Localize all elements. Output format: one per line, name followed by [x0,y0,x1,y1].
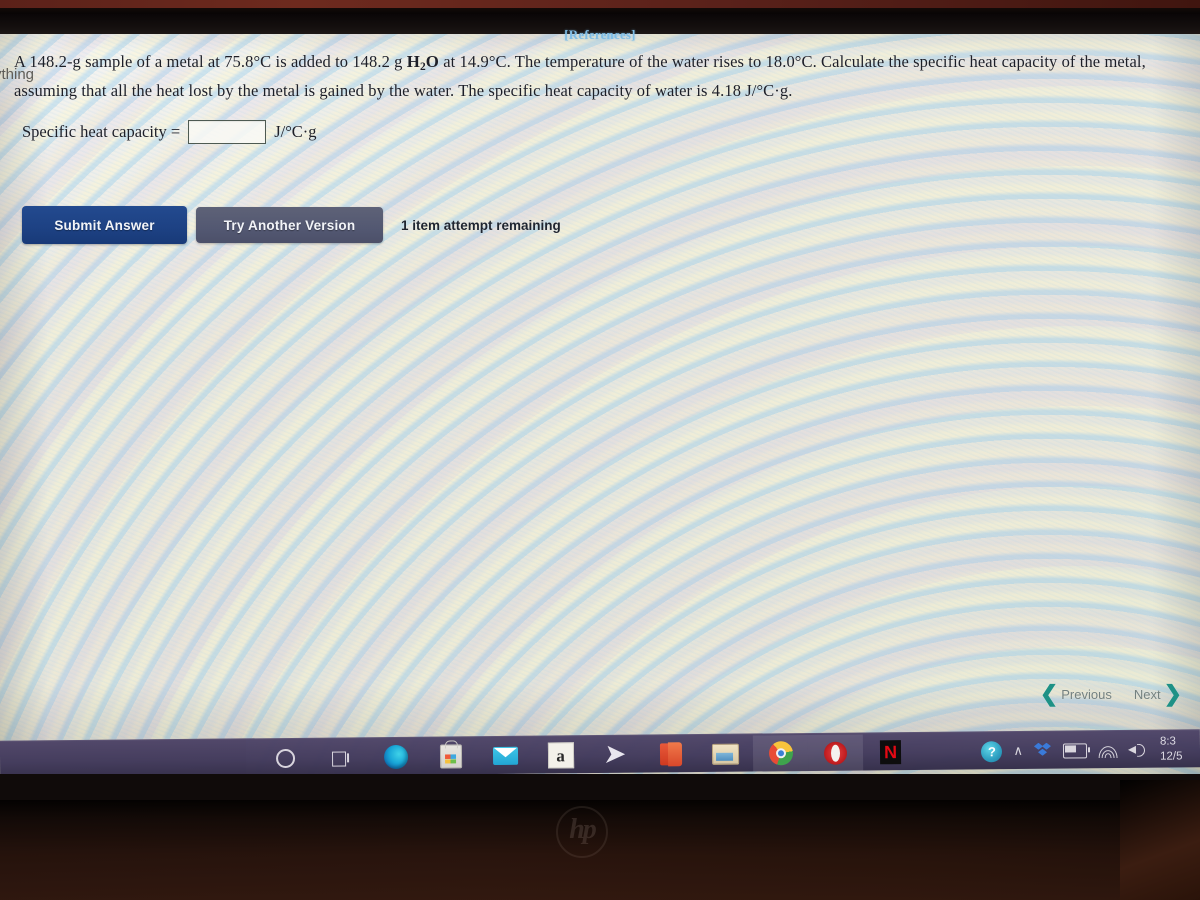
taskbar-item-netflix[interactable]: N [863,734,918,771]
action-button-row: Submit Answer Try Another Version 1 item… [22,206,561,244]
question-text: A 148.2-g sample of a metal at 75.8°C is… [14,50,1190,102]
amazon-icon: a [547,742,574,769]
taskbar-item-opera[interactable] [807,734,864,772]
screenshot-root: [References] A 148.2-g sample of a metal… [0,0,1200,900]
file-explorer-icon [711,743,740,765]
battery-icon [1062,742,1088,759]
tray-battery-button[interactable] [1062,742,1088,759]
taskbar-clock[interactable]: 8:3 12/5 [1160,734,1194,764]
chevron-right-icon: ❯ [1163,681,1182,706]
next-button[interactable]: Next ❯ [1133,681,1182,706]
task-view-icon [332,751,349,764]
references-link[interactable]: [References] [0,27,1200,43]
submit-answer-button[interactable]: Submit Answer [22,206,187,244]
tray-show-hidden-button[interactable]: ∧ [1013,743,1023,759]
chevron-left-icon: ❮ [1039,681,1059,706]
help-question-icon: ? [981,740,1003,762]
tray-dropbox-button[interactable] [1034,742,1052,760]
taskbar-item-office[interactable] [643,736,698,773]
opera-browser-icon [823,741,848,765]
specific-heat-capacity-input[interactable] [188,120,267,144]
taskbar-item-store[interactable] [423,738,478,774]
formula-o: O [425,52,439,71]
tray-volume-button[interactable] [1128,742,1147,758]
water-formula: H2O [406,52,439,73]
attempts-remaining-text: 1 item attempt remaining [401,217,561,233]
tray-help-button[interactable]: ? [981,740,1003,762]
answer-input-row: Specific heat capacity = J/°C·g [22,120,317,144]
answer-field-label: Specific heat capacity = [22,122,181,141]
microsoft-office-icon [659,742,681,766]
taskbar-item-cortana-search[interactable] [258,740,313,774]
dropbox-icon [1034,742,1052,760]
netflix-icon: N [879,740,902,765]
question-content-area: A 148.2-g sample of a metal at 75.8°C is… [0,34,1200,774]
try-another-version-button[interactable]: Try Another Version [196,207,383,243]
laptop-screen: [References] A 148.2-g sample of a metal… [0,14,1200,774]
taskbar-item-bolt[interactable]: ➤ [588,737,643,774]
answer-unit-label: J/°C·g [274,122,317,141]
clock-time: 8:3 [1159,735,1176,748]
previous-button[interactable]: ❮ Previous [1039,681,1112,706]
wifi-icon [1097,743,1118,758]
taskbar-icon-group: a ➤ N [258,734,918,774]
taskbar-item-chrome[interactable] [752,735,809,772]
volume-icon [1128,742,1147,758]
taskbar-item-mail[interactable] [478,738,533,774]
cortana-search-icon [275,748,296,768]
taskbar-item-task-view[interactable] [313,739,368,774]
taskbar-item-amazon[interactable]: a [533,737,588,774]
taskbar-item-file-explorer[interactable] [698,736,753,773]
next-label: Next [1133,686,1161,702]
microsoft-edge-icon [383,744,408,770]
clock-date: 12/5 [1160,750,1183,763]
formula-h: H [406,52,420,71]
google-chrome-icon [768,741,793,766]
system-tray: ? ∧ 8:3 12/5 [981,731,1194,769]
lightning-bolt-icon: ➤ [604,741,627,768]
pagination-nav: ❮ Previous Next ❯ [1039,681,1182,706]
chevron-up-icon: ∧ [1013,742,1024,759]
taskbar-item-edge[interactable] [368,739,423,774]
question-text-part1: A 148.2-g sample of a metal at 75.8°C is… [14,52,407,71]
search-box-text[interactable]: ything [0,66,34,83]
hp-logo: hp [556,806,608,858]
microsoft-store-icon [439,744,462,769]
desk-surface-right [1120,780,1200,900]
tray-network-button[interactable] [1097,743,1118,758]
mail-icon [492,746,519,766]
previous-label: Previous [1061,686,1112,702]
